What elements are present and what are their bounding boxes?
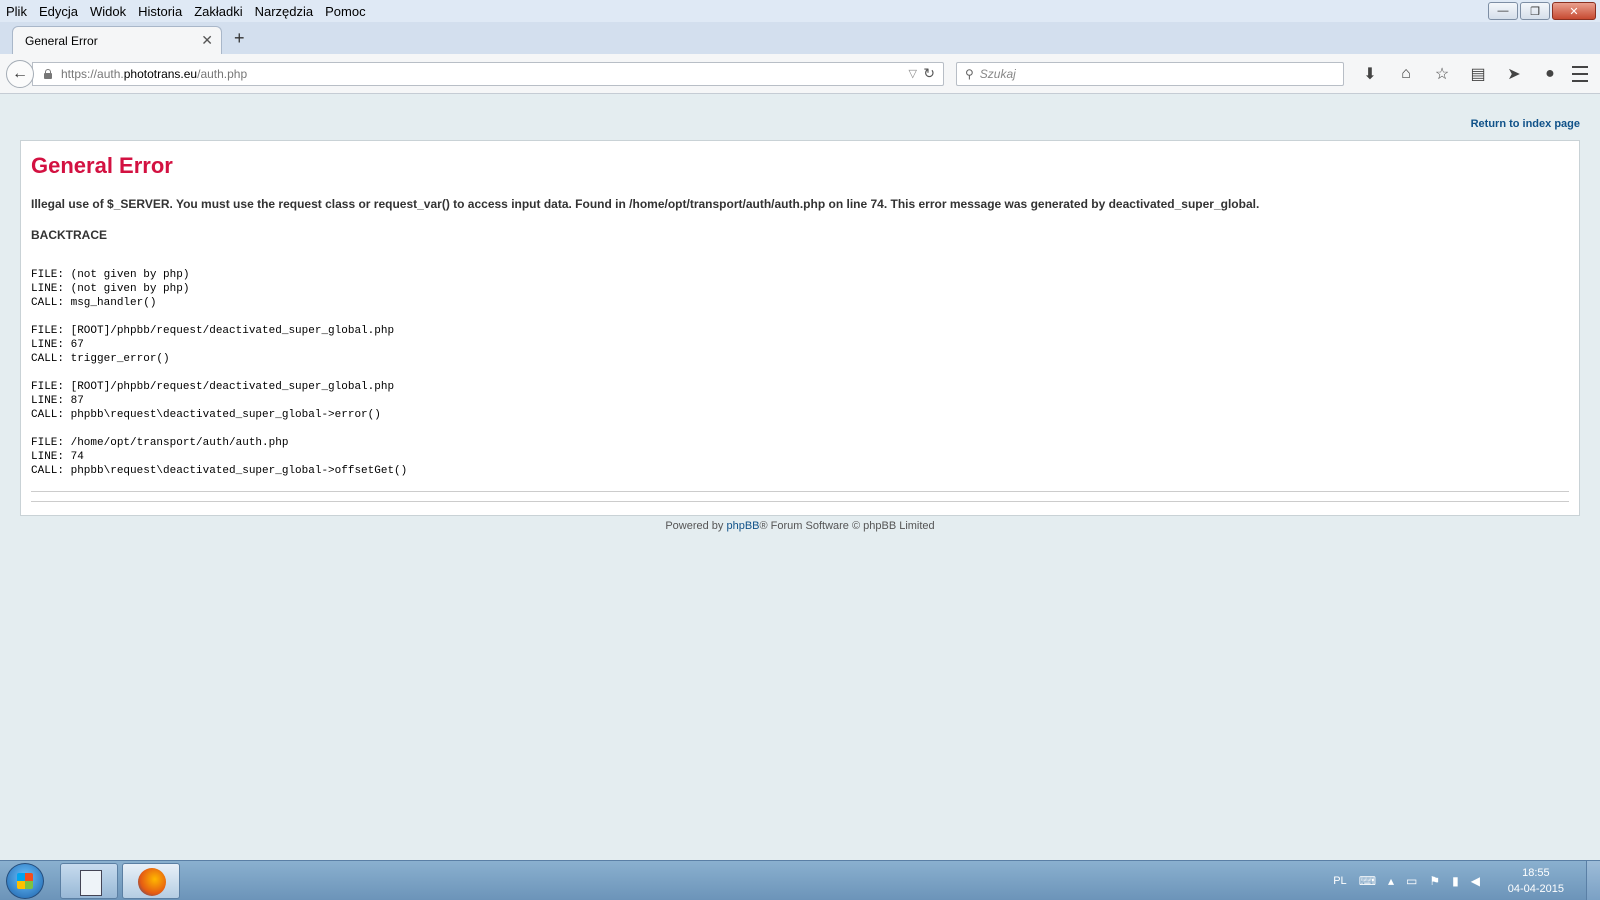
tab-bar: General Error ✕ + [0, 22, 1600, 54]
divider [31, 501, 1569, 502]
search-placeholder: Szukaj [979, 67, 1016, 81]
page-title: General Error [31, 153, 173, 178]
show-desktop-button[interactable] [1586, 861, 1600, 900]
trace-call: CALL: msg_handler() [31, 297, 157, 309]
menu-item-pomoc[interactable]: Pomoc [325, 4, 365, 19]
menu-item-zakladki[interactable]: Zakładki [194, 4, 242, 19]
trace-file: FILE: /home/opt/transport/auth/auth.php [31, 437, 289, 449]
history-dropdown-icon[interactable]: ▽ [909, 67, 917, 80]
menu-item-widok[interactable]: Widok [90, 4, 126, 19]
show-hidden-icons-icon[interactable]: ▴ [1388, 874, 1394, 888]
trace-frame: FILE: [ROOT]/phpbb/request/deactivated_s… [31, 324, 1569, 366]
network-icon[interactable]: ▮ [1452, 874, 1459, 888]
navigation-bar: https://auth.phototrans.eu/auth.php ▽ ↻ … [0, 54, 1600, 94]
taskbar-firefox-icon[interactable] [122, 863, 180, 899]
system-tray: PL ⌨ ▴ ▭ ⚑ ▮ ◀ [1333, 861, 1480, 900]
trace-line: LINE: 87 [31, 395, 84, 407]
close-window-button[interactable]: ✕ [1552, 2, 1596, 20]
bookmark-star-icon[interactable]: ☆ [1424, 62, 1460, 86]
trace-frame: FILE: /home/opt/transport/auth/auth.php … [31, 436, 1569, 478]
trace-file: FILE: (not given by php) [31, 269, 190, 281]
menu-item-edycja[interactable]: Edycja [39, 4, 78, 19]
language-indicator[interactable]: PL [1333, 875, 1346, 887]
footer: Powered by phpBB® Forum Software © phpBB… [0, 520, 1600, 532]
hamburger-menu-icon[interactable] [1566, 64, 1594, 84]
footer-text: Powered by [665, 520, 727, 532]
trace-call: CALL: trigger_error() [31, 353, 170, 365]
window-controls: — ❐ ✕ [1488, 2, 1596, 20]
trace-line: LINE: (not given by php) [31, 283, 190, 295]
chat-icon[interactable]: ● [1532, 62, 1568, 86]
trace-file: FILE: [ROOT]/phpbb/request/deactivated_s… [31, 325, 395, 337]
tab-title: General Error [25, 33, 98, 48]
keyboard-icon[interactable]: ⌨ [1359, 874, 1376, 888]
search-icon: ⚲ [965, 67, 974, 81]
close-tab-icon[interactable]: ✕ [201, 32, 213, 49]
download-icon[interactable]: ⬇ [1352, 62, 1388, 86]
clock-time: 18:55 [1522, 867, 1550, 879]
reload-icon[interactable]: ↻ [923, 65, 935, 82]
action-center-flag-icon[interactable]: ⚑ [1429, 874, 1440, 888]
page-content: Return to index page General Error Illeg… [0, 94, 1600, 860]
trace-call: CALL: phpbb\request\deactivated_super_gl… [31, 465, 408, 477]
footer-text: ® Forum Software © phpBB Limited [759, 520, 935, 532]
url-bar[interactable]: https://auth.phototrans.eu/auth.php ▽ ↻ [32, 62, 944, 86]
toolbar-icons: ⬇ ⌂ ☆ ▤ ➤ ● [1352, 62, 1568, 86]
trace-file: FILE: [ROOT]/phpbb/request/deactivated_s… [31, 381, 395, 393]
error-message: Illegal use of $_SERVER. You must use th… [31, 197, 1260, 211]
menu-item-plik[interactable]: Plik [6, 4, 27, 19]
phpbb-link[interactable]: phpBB [726, 520, 759, 532]
trace-line: LINE: 67 [31, 339, 84, 351]
pocket-send-icon[interactable]: ➤ [1496, 62, 1532, 86]
trace-line: LINE: 74 [31, 451, 84, 463]
backtrace-list: FILE: (not given by php) LINE: (not give… [31, 268, 1569, 478]
reading-list-icon[interactable]: ▤ [1460, 62, 1496, 86]
tab-general-error[interactable]: General Error ✕ [12, 26, 222, 54]
menu-bar: Plik Edycja Widok Historia Zakładki Narz… [0, 0, 1600, 22]
taskbar: PL ⌨ ▴ ▭ ⚑ ▮ ◀ 18:55 04-04-2015 [0, 860, 1600, 900]
menu-item-historia[interactable]: Historia [138, 4, 182, 19]
monitor-icon[interactable]: ▭ [1406, 874, 1417, 888]
return-to-index-link[interactable]: Return to index page [1471, 118, 1580, 130]
volume-icon[interactable]: ◀ [1471, 874, 1480, 888]
trace-frame: FILE: (not given by php) LINE: (not give… [31, 268, 1569, 310]
divider [31, 491, 1569, 492]
error-panel: General Error Illegal use of $_SERVER. Y… [20, 140, 1580, 516]
backtrace-heading: BACKTRACE [31, 228, 107, 242]
start-button-icon[interactable] [6, 863, 44, 899]
clock-date: 04-04-2015 [1507, 883, 1564, 895]
trace-frame: FILE: [ROOT]/phpbb/request/deactivated_s… [31, 380, 1569, 422]
back-button[interactable]: ← [6, 60, 34, 88]
menu-item-narzedzia[interactable]: Narzędzia [255, 4, 314, 19]
home-icon[interactable]: ⌂ [1388, 62, 1424, 86]
minimize-button[interactable]: — [1488, 2, 1518, 20]
url-text: https://auth.phototrans.eu/auth.php [61, 67, 248, 81]
restore-button[interactable]: ❐ [1520, 2, 1550, 20]
taskbar-calculator-icon[interactable] [60, 863, 118, 899]
trace-call: CALL: phpbb\request\deactivated_super_gl… [31, 409, 381, 421]
search-input[interactable]: ⚲ Szukaj [956, 62, 1344, 86]
new-tab-button[interactable]: + [234, 28, 245, 49]
lock-icon[interactable] [43, 69, 53, 79]
clock[interactable]: 18:55 04-04-2015 [1508, 865, 1564, 897]
